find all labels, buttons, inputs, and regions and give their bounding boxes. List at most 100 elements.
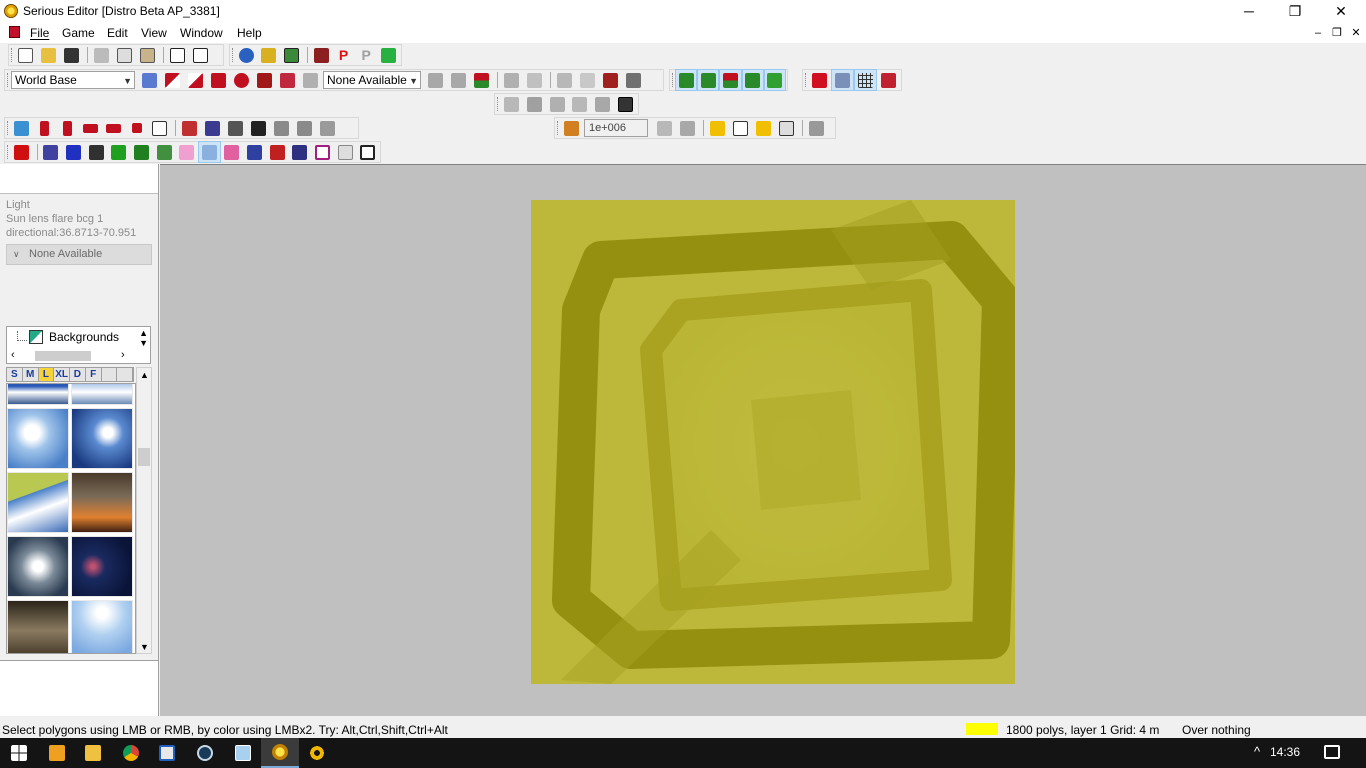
sound-button[interactable]	[311, 45, 332, 65]
select-back-button[interactable]	[126, 118, 147, 138]
copy-button[interactable]	[114, 45, 135, 65]
scale-button[interactable]	[225, 118, 246, 138]
toolbar-grip[interactable]	[672, 73, 674, 87]
select-right-button[interactable]	[103, 118, 124, 138]
light-2-button[interactable]	[730, 118, 751, 138]
select-front-button[interactable]	[149, 118, 170, 138]
select-left-button[interactable]	[80, 118, 101, 138]
entity-tool-8-button[interactable]	[267, 142, 288, 162]
light-4-button[interactable]	[776, 118, 797, 138]
browser-tree[interactable]: Backgrounds ▲ ▼ ‹ ›	[6, 326, 151, 364]
brush-op-2-button[interactable]	[524, 94, 545, 114]
select-up-button[interactable]	[34, 118, 55, 138]
size-f-button[interactable]: F	[86, 368, 102, 381]
scroll-left-icon[interactable]: ‹	[11, 349, 15, 361]
primitive-4-button[interactable]	[501, 70, 522, 90]
layer-4-button[interactable]	[741, 69, 764, 91]
show-grid-button[interactable]	[854, 69, 877, 91]
entity-tool-3-button[interactable]	[86, 142, 107, 162]
scroll-right-icon[interactable]: ›	[121, 349, 125, 361]
close-button[interactable]: ✕	[1318, 0, 1364, 22]
menu-game[interactable]: Game	[62, 26, 95, 40]
taskbar-media-player[interactable]	[38, 738, 76, 768]
open-button[interactable]	[38, 45, 59, 65]
entity-tool-6-button[interactable]	[154, 142, 175, 162]
size-d-button[interactable]: D	[70, 368, 86, 381]
primitive-7-button[interactable]	[577, 70, 598, 90]
size-l-button[interactable]: L	[38, 368, 55, 381]
toolbar-grip[interactable]	[7, 121, 9, 135]
taskbar-steam[interactable]	[186, 738, 224, 768]
notification-center-icon[interactable]	[1324, 745, 1340, 759]
tree-node-backgrounds[interactable]: Backgrounds	[49, 330, 119, 344]
primitive-6-button[interactable]	[554, 70, 575, 90]
cut-button[interactable]	[91, 45, 112, 65]
thumbnail[interactable]	[7, 408, 69, 469]
secondary-layer-combo[interactable]: None Available ▼	[323, 71, 421, 89]
csg-fill-button[interactable]	[231, 70, 252, 90]
layer-5-button[interactable]	[763, 69, 787, 91]
terrain-surface[interactable]	[531, 200, 1015, 684]
csg-split-button[interactable]	[185, 70, 206, 90]
3d-viewport[interactable]	[160, 164, 1366, 716]
mdi-restore-button[interactable]: ❐	[1329, 26, 1345, 40]
thumbnail[interactable]	[7, 472, 69, 533]
light-1-button[interactable]	[707, 118, 728, 138]
brush-op-4-button[interactable]	[569, 94, 590, 114]
csg-tools-button[interactable]	[300, 70, 321, 90]
entity-tool-11-button[interactable]	[335, 142, 356, 162]
save-button[interactable]	[61, 45, 82, 65]
ruler-button[interactable]	[202, 118, 223, 138]
scroll-up-icon[interactable]: ▲	[139, 328, 148, 338]
horizontal-scroll-thumb[interactable]	[35, 351, 91, 361]
toolbar-grip[interactable]	[805, 73, 807, 87]
primitive-3-button[interactable]	[471, 70, 492, 90]
console-button[interactable]	[378, 45, 399, 65]
menu-file[interactable]: File	[30, 26, 49, 40]
size-xl-button[interactable]: XL	[54, 368, 70, 381]
entity-button[interactable]	[561, 118, 582, 138]
entity-tool-10-button[interactable]	[312, 142, 333, 162]
world-button[interactable]	[236, 45, 257, 65]
models-button[interactable]	[259, 45, 280, 65]
taskbar-notepad[interactable]	[224, 738, 262, 768]
world-base-combo[interactable]: World Base ▼	[11, 71, 135, 89]
grid-size-field[interactable]: 1e+006	[584, 119, 648, 137]
thumbnail[interactable]	[7, 600, 69, 653]
toolbar-grip[interactable]	[557, 121, 559, 135]
select-grid-button[interactable]	[11, 118, 32, 138]
tray-overflow-icon[interactable]: ^	[1254, 744, 1260, 759]
menu-view[interactable]: View	[141, 26, 167, 40]
play-grey-button[interactable]: P	[356, 45, 377, 65]
toolbar-grip[interactable]	[232, 48, 234, 62]
thumbnail[interactable]	[71, 536, 133, 597]
render-mode-button[interactable]	[809, 70, 830, 90]
size-m-button[interactable]: M	[23, 368, 39, 381]
quad-view-button[interactable]	[878, 70, 899, 90]
context-help-button[interactable]	[190, 45, 211, 65]
system-clock[interactable]: 14:36	[1270, 745, 1300, 759]
menu-window[interactable]: Window	[180, 26, 223, 40]
thumbnail[interactable]	[7, 536, 69, 597]
entity-tool-1-button[interactable]	[41, 142, 62, 162]
entity-tool-4-button[interactable]	[108, 142, 129, 162]
csg-add-button[interactable]	[139, 70, 160, 90]
entity-tool-5-button[interactable]	[131, 142, 152, 162]
primitive-9-button[interactable]	[623, 70, 644, 90]
properties-combo[interactable]: ∨ None Available	[6, 244, 152, 265]
size-extra-2-button[interactable]	[117, 368, 133, 381]
toolbar-grip[interactable]	[7, 145, 9, 159]
thumbnail-scrollbar[interactable]: ▲ ▼	[136, 367, 152, 654]
entity-tool-7-button[interactable]	[244, 142, 265, 162]
mdi-minimize-button[interactable]: –	[1310, 26, 1326, 40]
help-button[interactable]	[167, 45, 188, 65]
scroll-up-icon[interactable]: ▲	[140, 370, 149, 380]
menu-edit[interactable]: Edit	[107, 26, 128, 40]
csg-remove-button[interactable]	[162, 70, 183, 90]
mdi-close-button[interactable]: ✕	[1348, 26, 1364, 40]
brush-op-6-button[interactable]	[615, 94, 636, 114]
path-1-button[interactable]	[176, 142, 197, 162]
brush-op-3-button[interactable]	[547, 94, 568, 114]
layer-2-button[interactable]	[697, 69, 720, 91]
primitive-5-button[interactable]	[524, 70, 545, 90]
